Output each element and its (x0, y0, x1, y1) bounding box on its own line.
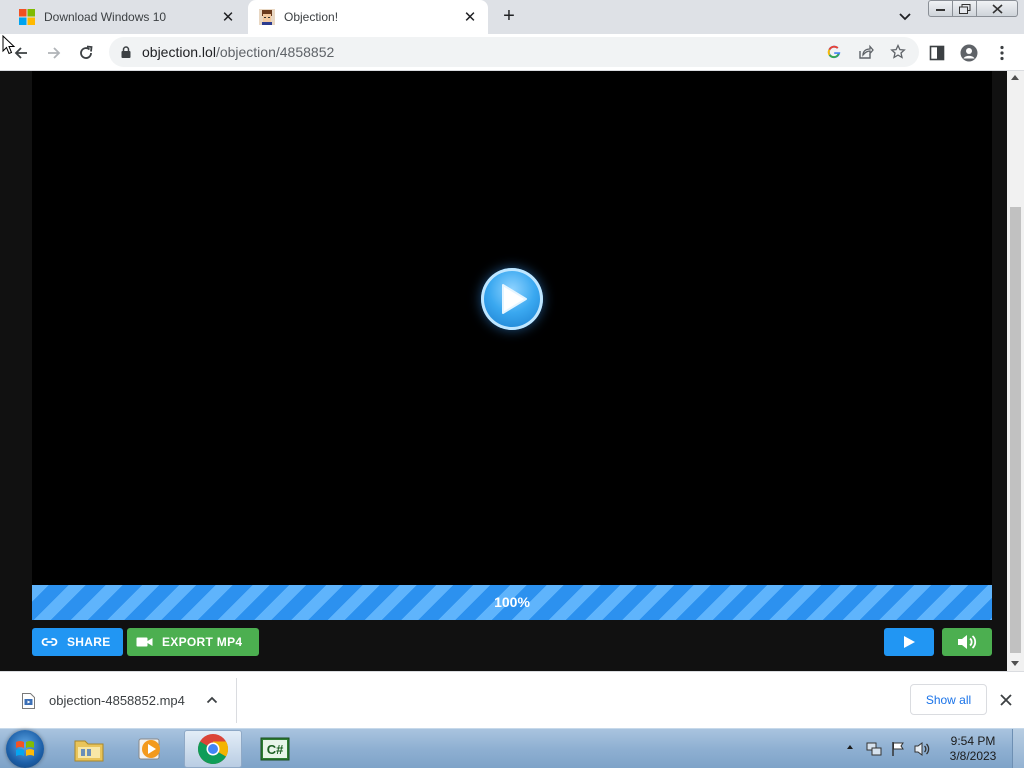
tab-title: Objection! (284, 10, 339, 24)
volume-icon (958, 635, 977, 649)
url-host: objection.lol (142, 44, 216, 60)
share-icon[interactable] (858, 44, 874, 60)
play-icon (904, 636, 915, 648)
download-shelf: objection-4858852.mp4 Show all (0, 671, 1024, 728)
play-overlay-button[interactable] (481, 268, 543, 330)
chrome-logo-icon (197, 734, 229, 765)
volume-button[interactable] (942, 628, 992, 656)
side-panel-icon[interactable] (928, 44, 946, 62)
windows-logo-icon (16, 741, 34, 756)
show-hidden-icons-icon[interactable] (846, 743, 854, 751)
mouse-cursor-icon (2, 35, 16, 55)
media-player-icon[interactable] (121, 730, 179, 768)
profile-icon[interactable] (960, 44, 978, 62)
progress-label: 100% (494, 594, 530, 610)
tab-objection[interactable]: Objection! ✕ (248, 0, 488, 34)
file-explorer-icon[interactable] (60, 730, 118, 768)
share-button[interactable]: SHARE (32, 628, 123, 656)
bookmark-star-icon[interactable] (890, 44, 906, 60)
chevron-down-icon[interactable] (896, 8, 914, 26)
show-desktop-button[interactable] (1012, 729, 1024, 768)
taskbar-clock[interactable]: 9:54 PM 3/8/2023 (938, 734, 1008, 764)
close-window-button[interactable] (976, 0, 1018, 17)
share-label: SHARE (67, 635, 111, 649)
plus-icon[interactable]: + (499, 6, 519, 27)
url-path: /objection/4858852 (215, 44, 335, 60)
video-file-icon (22, 693, 35, 709)
scrollbar-thumb[interactable] (1010, 207, 1021, 653)
download-file-name: objection-4858852.mp4 (49, 693, 185, 708)
more-menu-icon[interactable] (993, 44, 1011, 62)
page-viewport: 100% SHARE EXPORT MP4 (0, 71, 1007, 671)
scroll-down-arrow-icon[interactable] (1011, 661, 1019, 666)
reload-icon (80, 45, 93, 59)
tab-download-windows-10[interactable]: Download Windows 10 ✕ (0, 0, 246, 34)
video-camera-icon (136, 637, 153, 647)
reload-button[interactable] (75, 42, 97, 64)
objection-avatar-icon (259, 9, 275, 25)
export-progress-bar: 100% (32, 585, 992, 620)
windows-logo-icon (19, 9, 35, 25)
address-bar[interactable]: objection.lol/objection/4858852 (109, 37, 919, 67)
forward-button[interactable] (43, 42, 65, 64)
clock-date: 3/8/2023 (949, 749, 997, 763)
close-tab-icon[interactable]: ✕ (219, 8, 237, 26)
media-player-icon (138, 738, 160, 760)
speaker-icon[interactable] (914, 741, 930, 757)
start-button[interactable] (6, 730, 44, 768)
csharp-icon[interactable]: C# (246, 730, 304, 768)
network-icon[interactable] (866, 741, 882, 757)
video-player[interactable] (32, 71, 992, 585)
clock-time: 9:54 PM (950, 734, 996, 748)
lock-icon[interactable] (121, 46, 131, 58)
chrome-icon[interactable] (184, 730, 242, 768)
show-all-downloads-button[interactable]: Show all (910, 684, 987, 715)
svg-text:C#: C# (267, 742, 284, 757)
close-tab-icon[interactable]: ✕ (461, 8, 479, 26)
export-mp4-button[interactable]: EXPORT MP4 (127, 628, 259, 656)
close-icon[interactable] (997, 691, 1015, 709)
export-label: EXPORT MP4 (162, 635, 243, 649)
tab-title: Download Windows 10 (44, 10, 167, 24)
link-icon (41, 638, 58, 646)
restore-icon (958, 3, 970, 14)
download-item[interactable]: objection-4858852.mp4 (0, 678, 237, 723)
play-button[interactable] (884, 628, 934, 656)
folder-icon (74, 740, 104, 762)
action-center-flag-icon[interactable] (890, 741, 906, 757)
chevron-up-icon[interactable] (205, 693, 219, 707)
minimize-button[interactable] (928, 0, 953, 17)
page-scrollbar[interactable] (1007, 71, 1024, 671)
play-icon (502, 284, 527, 314)
csharp-editor-icon: C# (260, 737, 290, 761)
restore-button[interactable] (952, 0, 977, 17)
windows-taskbar: C# 9:54 PM 3/8/2023 (0, 728, 1024, 768)
url-text[interactable]: objection.lol/objection/4858852 (142, 44, 334, 60)
google-lens-icon[interactable] (826, 44, 842, 60)
scroll-up-arrow-icon[interactable] (1011, 75, 1019, 80)
browser-toolbar: objection.lol/objection/4858852 (0, 34, 1024, 71)
forward-arrow-icon (48, 47, 61, 59)
close-icon (991, 3, 1003, 14)
tab-strip: Download Windows 10 ✕ Objection! ✕ + (0, 0, 1024, 34)
minimize-icon (935, 8, 945, 11)
